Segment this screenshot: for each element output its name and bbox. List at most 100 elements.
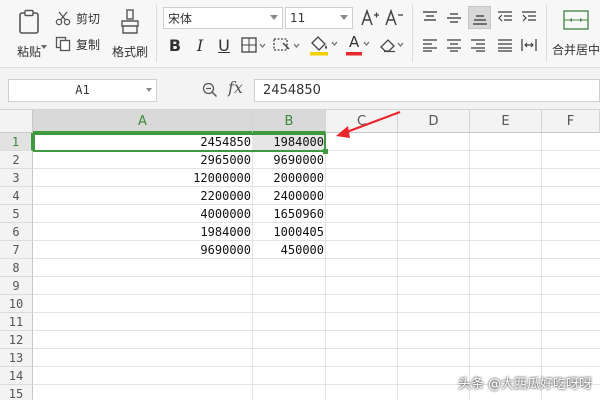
cell-a4[interactable]: 2200000 (33, 187, 253, 205)
ribbon: 粘贴 剪切 复制 格式刷 宋体 11 B I U A 合并居中 (0, 0, 600, 68)
clear-button[interactable] (377, 33, 407, 57)
align-left-icon (423, 39, 437, 52)
grow-font-button[interactable] (359, 7, 381, 29)
justify-button[interactable] (495, 35, 515, 55)
align-center-button[interactable] (444, 35, 464, 55)
font-size-value: 11 (290, 11, 306, 25)
divider (156, 4, 157, 62)
align-right-button[interactable] (468, 35, 488, 55)
row-header-5[interactable]: 5 (0, 205, 33, 223)
name-box[interactable]: A1 (8, 79, 157, 102)
cell-b7[interactable]: 450000 (253, 241, 326, 259)
zoom-search-icon[interactable] (202, 82, 218, 98)
shrink-font-icon (385, 9, 403, 26)
column-header-e[interactable]: E (470, 110, 542, 133)
outdent-icon (498, 11, 512, 22)
fill-color-button[interactable] (307, 33, 341, 57)
cell-a1[interactable]: 2454850 (33, 133, 253, 151)
font-size-select[interactable]: 11 (285, 7, 353, 29)
row-header-13[interactable]: 13 (0, 349, 33, 367)
gridline-horizontal (33, 330, 600, 331)
row-header-7[interactable]: 7 (0, 241, 33, 259)
chevron-down-icon (340, 15, 348, 20)
cell-a3[interactable]: 12000000 (33, 169, 253, 187)
copy-button[interactable]: 复制 (55, 34, 105, 54)
column-header-f[interactable]: F (542, 110, 600, 133)
name-box-value: A1 (75, 83, 90, 97)
cell-a2[interactable]: 2965000 (33, 151, 253, 169)
decrease-indent-button[interactable] (495, 7, 515, 27)
fill-handle[interactable] (323, 149, 328, 154)
column-header-d[interactable]: D (398, 110, 470, 133)
align-middle-icon (447, 13, 461, 23)
gridline-horizontal (33, 312, 600, 313)
paste-button[interactable]: 粘贴 (8, 6, 50, 62)
increase-indent-button[interactable] (519, 7, 539, 27)
borders-button[interactable] (240, 34, 268, 56)
fx-button[interactable]: fx (228, 78, 243, 97)
align-center-icon (447, 39, 461, 52)
shrink-font-button[interactable] (383, 7, 405, 29)
row-header-2[interactable]: 2 (0, 151, 33, 169)
row-header-6[interactable]: 6 (0, 223, 33, 241)
paint-bucket-icon (310, 36, 338, 56)
watermark: 头条 @大西瓜好吃呀呀 (457, 377, 592, 392)
row-header-1[interactable]: 1 (0, 133, 33, 151)
column-header-b[interactable]: B (253, 110, 326, 133)
row-header-8[interactable]: 8 (0, 259, 33, 277)
row-header-11[interactable]: 11 (0, 313, 33, 331)
eraser-icon (380, 39, 404, 53)
font-name-select[interactable]: 宋体 (163, 7, 283, 29)
row-header-9[interactable]: 9 (0, 277, 33, 295)
select-all-corner[interactable] (0, 110, 33, 133)
font-color-button[interactable]: A (343, 33, 373, 57)
paste-label: 粘贴 (16, 44, 41, 59)
row-header-12[interactable]: 12 (0, 331, 33, 349)
bold-glyph: B (168, 35, 182, 55)
format-painter-button[interactable]: 格式刷 (108, 6, 152, 62)
merge-center-label: 合并居中 (552, 43, 600, 57)
row-header-4[interactable]: 4 (0, 187, 33, 205)
divider (412, 4, 413, 62)
cell-a7[interactable]: 9690000 (33, 241, 253, 259)
italic-button[interactable]: I (190, 34, 210, 56)
underline-button[interactable]: U (214, 34, 234, 56)
underline-glyph: U (218, 35, 230, 55)
cell-a6[interactable]: 1984000 (33, 223, 253, 241)
align-middle-button[interactable] (444, 7, 464, 27)
column-header-a[interactable]: A (33, 110, 253, 133)
align-bottom-icon (472, 14, 487, 25)
row-header-15[interactable]: 15 (0, 385, 33, 400)
copy-icon (55, 36, 71, 52)
cell-b2[interactable]: 9690000 (253, 151, 326, 169)
cell-b4[interactable]: 2400000 (253, 187, 326, 205)
merge-cells-icon (563, 10, 589, 30)
formula-bar: A1 fx 2454850 (0, 68, 600, 110)
brush-icon (121, 8, 139, 34)
gridline-horizontal (33, 348, 600, 349)
gridline-horizontal (33, 276, 600, 277)
cut-button[interactable]: 剪切 (55, 8, 105, 28)
cell-a5[interactable]: 4000000 (33, 205, 253, 223)
cell-style-button[interactable] (272, 34, 302, 56)
gridline-horizontal (33, 366, 600, 367)
grow-font-icon (361, 9, 379, 26)
formula-input[interactable]: 2454850 (254, 79, 600, 102)
format-painter-label: 格式刷 (111, 44, 148, 59)
merge-center-button[interactable]: 合并居中 (552, 6, 600, 62)
cell-b6[interactable]: 1000405 (253, 223, 326, 241)
row-header-14[interactable]: 14 (0, 367, 33, 385)
cell-b3[interactable]: 2000000 (253, 169, 326, 187)
bold-button[interactable]: B (165, 34, 185, 56)
align-top-button[interactable] (420, 7, 440, 27)
paste-dropdown-icon[interactable] (41, 45, 47, 49)
align-left-button[interactable] (420, 35, 440, 55)
row-header-10[interactable]: 10 (0, 295, 33, 313)
distributed-button[interactable] (519, 35, 539, 55)
cell-b5[interactable]: 1650960 (253, 205, 326, 223)
cell-b1[interactable]: 1984000 (253, 133, 326, 151)
align-bottom-button[interactable] (468, 6, 491, 29)
align-top-icon (423, 11, 437, 21)
row-header-3[interactable]: 3 (0, 169, 33, 187)
indent-icon (522, 11, 536, 22)
